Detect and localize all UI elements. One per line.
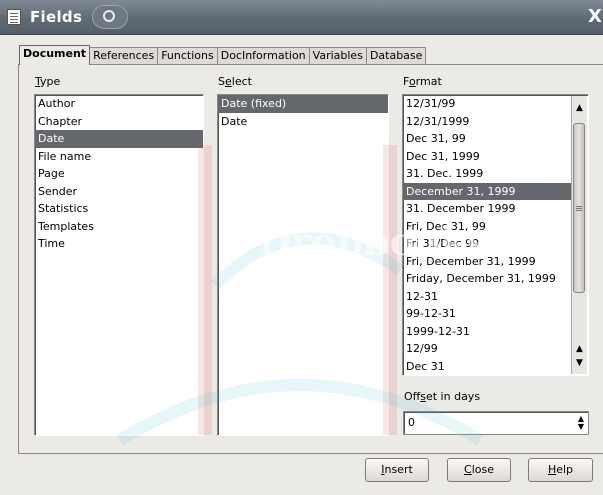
type-item-page[interactable]: Page xyxy=(35,165,203,183)
type-item-templates[interactable]: Templates xyxy=(35,218,203,236)
type-item-time[interactable]: Time xyxy=(35,235,203,253)
format-list[interactable]: 12/31/99 12/31/1999 Dec 31, 99 Dec 31, 1… xyxy=(402,94,589,376)
format-item[interactable]: 12/31/99 xyxy=(403,95,588,113)
format-item[interactable]: 31. Dec. 1999 xyxy=(403,165,588,183)
format-item[interactable]: 1999-12-31 xyxy=(403,323,588,341)
scroll-down-icon[interactable]: ▼ xyxy=(572,356,587,370)
type-item-file-name[interactable]: File name xyxy=(35,148,203,166)
offset-days-input[interactable]: 0 ▲ ▼ xyxy=(403,411,589,435)
scroll-up-icon[interactable]: ▲ xyxy=(572,101,587,115)
tab-database[interactable]: Database xyxy=(365,47,427,64)
format-scrollbar[interactable]: ▲ ▲ ▼ xyxy=(571,96,587,374)
type-item-statistics[interactable]: Statistics xyxy=(35,200,203,218)
type-item-chapter[interactable]: Chapter xyxy=(35,113,203,131)
format-item[interactable]: Dec 31, 1999 xyxy=(403,148,588,166)
format-item[interactable]: Fri 31/Dec 99 xyxy=(403,235,588,253)
tab-references[interactable]: References xyxy=(89,47,159,64)
fields-dialog: Document References Functions DocInforma… xyxy=(6,36,603,495)
format-item[interactable]: 12-31 xyxy=(403,288,588,306)
close-button[interactable]: Close xyxy=(447,458,511,482)
format-item[interactable]: 99-12-31 xyxy=(403,305,588,323)
select-label: Select xyxy=(218,75,252,88)
scrollbar-thumb[interactable] xyxy=(573,123,585,293)
format-item[interactable]: 31. December 1999 xyxy=(403,200,588,218)
tab-panel-document: Type Author Chapter Date File name Page … xyxy=(18,64,603,454)
shade-toggle-icon[interactable] xyxy=(92,5,128,29)
type-list[interactable]: Author Chapter Date File name Page Sende… xyxy=(34,94,204,436)
type-item-author[interactable]: Author xyxy=(35,95,203,113)
offset-label: Offset in days xyxy=(404,390,481,403)
select-item-date[interactable]: Date xyxy=(218,113,388,131)
tab-bar: Document References Functions DocInforma… xyxy=(19,44,427,65)
select-item-date-fixed[interactable]: Date (fixed) xyxy=(218,95,388,113)
tab-variables[interactable]: Variables xyxy=(308,47,367,64)
document-icon xyxy=(7,9,21,25)
type-label: Type xyxy=(35,75,61,88)
insert-button[interactable]: Insert xyxy=(365,458,429,482)
format-item[interactable]: Friday, December 31, 1999 xyxy=(403,270,588,288)
format-item[interactable]: 12/99 xyxy=(403,340,588,358)
offset-spin-icon[interactable]: ▲ ▼ xyxy=(576,415,586,431)
format-item[interactable]: Fri, December 31, 1999 xyxy=(403,253,588,271)
type-item-sender[interactable]: Sender xyxy=(35,183,203,201)
help-button[interactable]: Help xyxy=(528,458,593,482)
select-list[interactable]: Date (fixed) Date xyxy=(217,94,389,436)
window-title: Fields xyxy=(30,8,83,26)
format-item[interactable]: Fri, Dec 31, 99 xyxy=(403,218,588,236)
window-titlebar[interactable]: Fields X xyxy=(0,0,603,35)
format-label: Format xyxy=(403,75,442,88)
type-item-date[interactable]: Date xyxy=(35,130,203,148)
format-item[interactable]: 12/31/1999 xyxy=(403,113,588,131)
scroll-up-icon[interactable]: ▲ xyxy=(572,342,587,356)
offset-days-value: 0 xyxy=(408,416,415,429)
close-window-icon[interactable]: X xyxy=(588,6,602,27)
tab-docinformation[interactable]: DocInformation xyxy=(216,47,310,64)
tab-document[interactable]: Document xyxy=(19,45,91,65)
format-item[interactable]: Dec 31 xyxy=(403,358,588,376)
format-item[interactable]: Dec 31, 99 xyxy=(403,130,588,148)
format-item-selected[interactable]: December 31, 1999 xyxy=(403,182,572,200)
tab-functions[interactable]: Functions xyxy=(157,47,218,64)
